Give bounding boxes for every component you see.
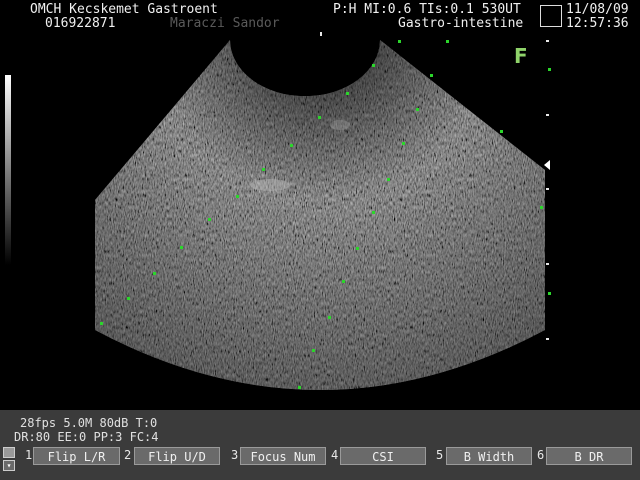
softkey-5-number: 5 — [436, 448, 444, 462]
softkey-4-number: 4 — [331, 448, 339, 462]
softkey-6-number: 6 — [537, 448, 545, 462]
green-marker-dot — [500, 130, 503, 133]
csi-button[interactable]: CSI — [340, 447, 426, 465]
softkey-2-number: 2 — [124, 448, 132, 462]
focus-num-button[interactable]: Focus Num — [240, 447, 326, 465]
scan-sector — [95, 40, 545, 390]
panel-icons[interactable]: ▾ — [3, 447, 17, 473]
status-line-2: DR:80 EE:0 PP:3 FC:4 — [14, 430, 159, 444]
softkey-1-number: 1 — [25, 448, 33, 462]
green-marker-dot — [180, 246, 183, 249]
exam-preset: Gastro-intestine — [398, 16, 524, 31]
green-marker-dot — [342, 280, 345, 283]
grayscale-bar — [5, 75, 11, 265]
green-marker-dot — [127, 297, 130, 300]
green-marker-dot — [372, 64, 375, 67]
green-marker-dot — [548, 292, 551, 295]
exam-date: 11/08/09 — [566, 2, 629, 17]
green-marker-dot — [236, 195, 239, 198]
b-width-button[interactable]: B Width — [446, 447, 532, 465]
green-marker-dot — [402, 142, 405, 145]
green-marker-dot — [372, 211, 375, 214]
orientation-mark: F — [514, 44, 528, 68]
green-marker-dot — [416, 108, 419, 111]
green-marker-dot — [312, 349, 315, 352]
green-marker-dot — [298, 386, 301, 389]
softkey-3-number: 3 — [231, 448, 239, 462]
green-marker-dot — [548, 68, 551, 71]
green-marker-dot — [318, 116, 321, 119]
green-marker-dot — [153, 272, 156, 275]
green-marker-dot — [328, 316, 331, 319]
institution-name: OMCH Kecskemet Gastroent — [30, 2, 218, 17]
chevron-down-icon[interactable]: ▾ — [3, 460, 15, 471]
green-marker-dot — [398, 40, 401, 43]
green-marker-dot — [387, 178, 390, 181]
patient-name: Maraczi Sandor — [170, 16, 280, 31]
flip-ud-button[interactable]: Flip U/D — [134, 447, 220, 465]
exam-time: 12:57:36 — [566, 16, 629, 31]
green-marker-dot — [356, 247, 359, 250]
green-marker-dot — [446, 40, 449, 43]
green-marker-dot — [100, 322, 103, 325]
flip-lr-button[interactable]: Flip L/R — [33, 447, 120, 465]
green-marker-dot — [208, 218, 211, 221]
green-marker-dot — [540, 206, 543, 209]
triangle-left-icon[interactable] — [544, 160, 550, 170]
green-marker-dot — [346, 92, 349, 95]
patient-id: 016922871 — [45, 16, 116, 31]
color-indicator-box — [540, 5, 562, 27]
status-line-1: 28fps 5.0M 80dB T:0 — [20, 416, 158, 430]
probe-parameters: P:H MI:0.6 TIs:0.1 530UT — [333, 2, 521, 17]
green-marker-dot — [430, 74, 433, 77]
green-marker-dot — [262, 168, 265, 171]
square-icon[interactable] — [3, 447, 15, 458]
green-marker-dot — [290, 144, 293, 147]
ultrasound-scan-image[interactable] — [0, 30, 640, 410]
b-dr-button[interactable]: B DR — [546, 447, 632, 465]
